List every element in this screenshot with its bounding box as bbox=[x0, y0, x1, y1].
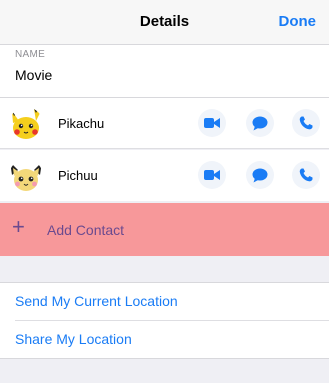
phone-icon bbox=[299, 116, 313, 130]
contact-row-pichuu[interactable]: Pichuu bbox=[0, 150, 329, 201]
name-label: NAME bbox=[15, 49, 46, 60]
add-contact-label: Add Contact bbox=[47, 222, 125, 238]
row-divider bbox=[0, 148, 329, 149]
message-button[interactable] bbox=[246, 109, 274, 137]
message-bubble-icon bbox=[252, 168, 268, 182]
location-section: Send My Current Location Share My Locati… bbox=[0, 282, 329, 359]
contact-row-pikachu[interactable]: Pikachu bbox=[0, 98, 329, 149]
send-current-location-button[interactable]: Send My Current Location bbox=[15, 293, 178, 309]
pichu-avatar bbox=[9, 159, 43, 193]
nav-bar: Details Done bbox=[0, 0, 329, 45]
add-contact-button[interactable]: + Add Contact bbox=[0, 203, 329, 256]
done-button[interactable]: Done bbox=[279, 13, 317, 30]
name-section: NAME Movie bbox=[0, 45, 329, 98]
contact-name: Pichuu bbox=[58, 168, 98, 183]
message-bubble-icon bbox=[252, 116, 268, 130]
phone-call-button[interactable] bbox=[292, 109, 320, 137]
video-call-button[interactable] bbox=[198, 161, 226, 189]
phone-icon bbox=[299, 168, 313, 182]
name-value[interactable]: Movie bbox=[15, 67, 52, 83]
phone-call-button[interactable] bbox=[292, 161, 320, 189]
message-button[interactable] bbox=[246, 161, 274, 189]
row-divider bbox=[15, 320, 329, 321]
share-location-button[interactable]: Share My Location bbox=[15, 331, 132, 347]
pikachu-avatar bbox=[9, 107, 43, 141]
contact-name: Pikachu bbox=[58, 116, 105, 131]
video-camera-icon bbox=[204, 170, 220, 180]
video-camera-icon bbox=[204, 118, 220, 128]
plus-icon: + bbox=[12, 214, 25, 239]
video-call-button[interactable] bbox=[198, 109, 226, 137]
